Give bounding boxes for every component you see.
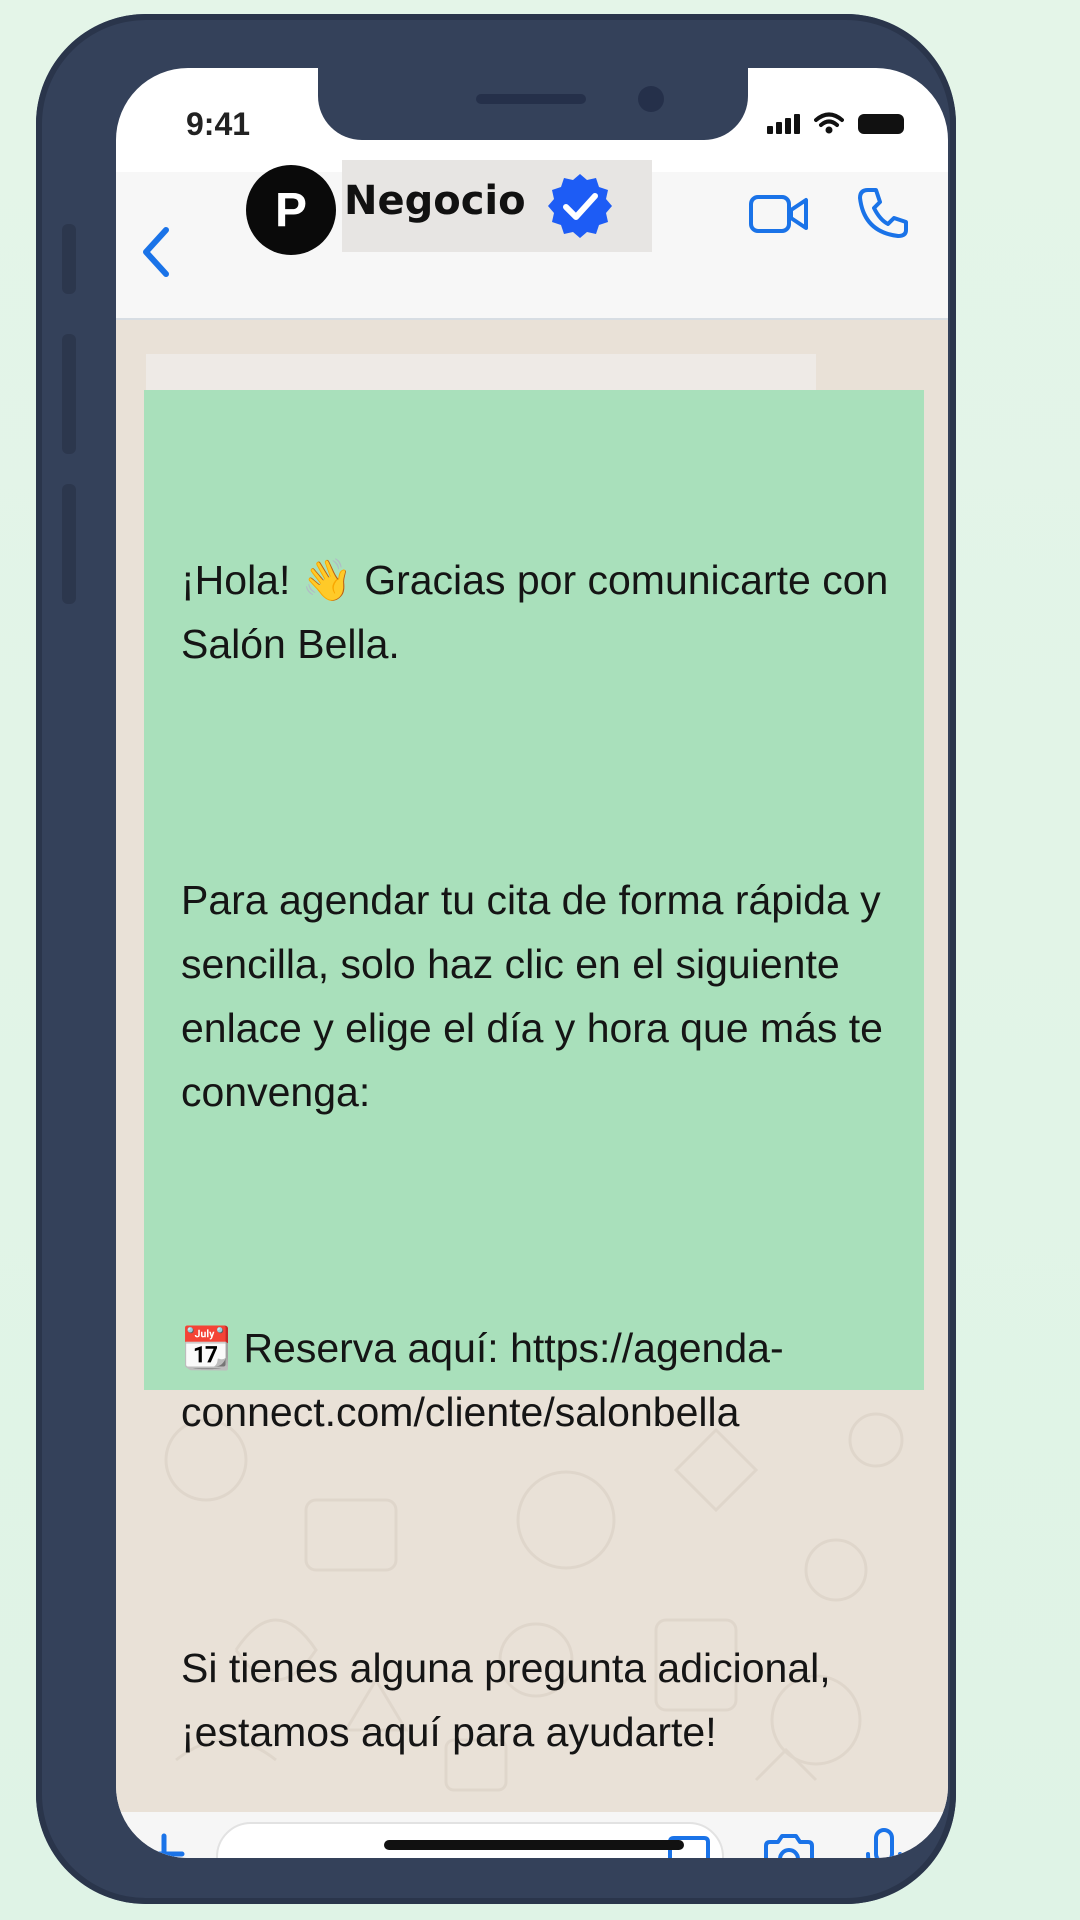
message-link-paragraph[interactable]: 📆 Reserva aquí: https://agenda-connect.c… [181,1316,931,1444]
volume-down-button [62,484,76,604]
microphone-icon[interactable] [864,1826,904,1858]
contact-name[interactable]: Negocio [344,178,526,224]
video-call-icon[interactable] [748,192,810,236]
input-bar [116,1812,948,1858]
back-chevron-icon[interactable] [136,222,176,282]
status-time: 9:41 [186,106,251,142]
front-camera [638,86,664,112]
battery-icon [858,114,904,134]
chat-area: ¡Hola! 👋 Gracias por comunicarte con Sal… [116,320,948,1812]
phone-call-icon[interactable] [856,186,910,240]
wifi-icon [814,112,844,134]
plus-icon[interactable] [140,1830,188,1858]
speaker [476,94,586,104]
phone-screen: 9:41 P Negocio ¡Hola! 👋 Gracias por comu… [116,68,948,1858]
volume-up-button [62,334,76,454]
contact-avatar[interactable]: P [246,165,336,255]
message-paragraph: Si tienes alguna pregunta adicional, ¡es… [181,1645,843,1755]
message-text: ¡Hola! 👋 Gracias por comunicarte con Sal… [181,420,931,1858]
phone-frame: 9:41 P Negocio ¡Hola! 👋 Gracias por comu… [36,14,956,1904]
message-paragraph: Para agendar tu cita de forma rápida y s… [181,877,895,1115]
home-indicator[interactable] [384,1840,684,1850]
signal-icon [767,114,800,134]
notch [318,68,748,140]
camera-icon[interactable] [762,1832,816,1858]
status-icons [767,112,904,134]
silent-switch [62,224,76,294]
verified-badge-icon [548,174,612,238]
message-paragraph: ¡Hola! 👋 Gracias por comunicarte con Sal… [181,557,900,667]
